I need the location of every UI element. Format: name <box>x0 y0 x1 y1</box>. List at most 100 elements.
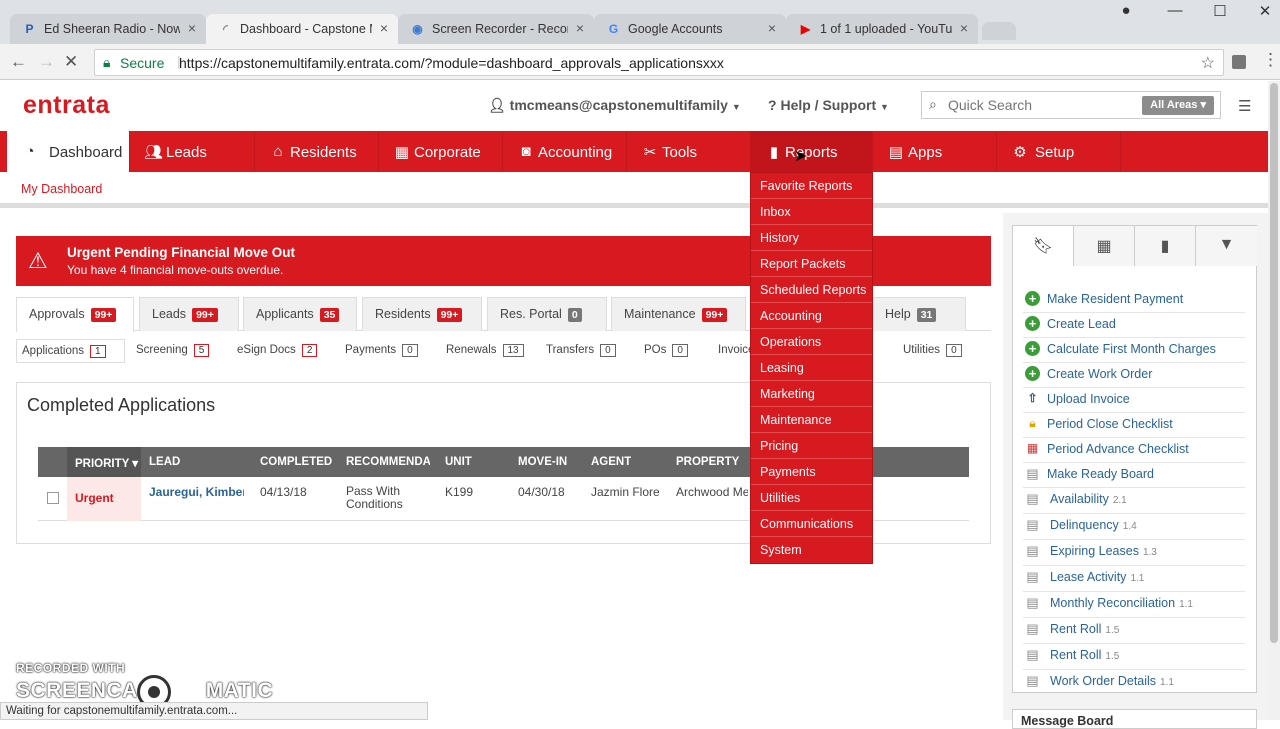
subtab-transfers[interactable]: Transfers 0 <box>541 339 623 363</box>
subtab-invoices[interactable]: Invoice <box>713 339 753 363</box>
menu-item-system[interactable]: System <box>751 537 872 563</box>
nav-corporate[interactable]: ▦ Corporate <box>379 131 503 172</box>
nav-leads[interactable]: 👥︎ Leads <box>130 131 255 172</box>
menu-item-pricing[interactable]: Pricing <box>751 433 872 459</box>
column-move-in[interactable]: MOVE-IN <box>518 456 567 468</box>
close-icon[interactable]: × <box>768 20 776 36</box>
column-completed[interactable]: COMPLETED <box>260 456 332 468</box>
message-board-header[interactable]: Message Board <box>1012 709 1257 729</box>
menu-item-communications[interactable]: Communications <box>751 511 872 537</box>
browser-tab-google-accounts[interactable]: G Google Accounts × <box>594 14 786 46</box>
nav-residents[interactable]: ⌂ Residents <box>255 131 379 172</box>
filter-icon[interactable]: ▼ <box>1196 226 1257 266</box>
nav-accounting[interactable]: ◙ Accounting <box>503 131 627 172</box>
page-scrollbar[interactable] <box>1268 81 1280 720</box>
close-icon[interactable]: × <box>380 20 388 36</box>
menu-item-report-packets[interactable]: Report Packets <box>751 251 872 277</box>
profile-icon[interactable]: ● <box>1111 2 1141 19</box>
quick-link[interactable]: ▦ Period Advance Checklist <box>1023 438 1245 463</box>
extension-icon[interactable] <box>1232 55 1246 69</box>
subtab-payments[interactable]: Payments 0 <box>340 339 426 363</box>
notifications-icon[interactable]: ☰ <box>1238 97 1251 115</box>
lead-link[interactable]: Jauregui, Kimber <box>149 485 244 499</box>
close-icon[interactable]: × <box>960 20 968 36</box>
column-agent[interactable]: AGENT <box>591 456 631 468</box>
quick-link[interactable]: ⇧ Upload Invoice <box>1023 388 1245 413</box>
my-dashboard-link[interactable]: My Dashboard <box>21 182 102 196</box>
report-link[interactable]: ▤ Rent Roll 1.5 <box>1023 644 1245 670</box>
bar-chart-icon[interactable]: ▮ <box>1135 226 1196 266</box>
new-tab-button[interactable] <box>982 22 1016 40</box>
stop-icon[interactable]: ✕ <box>64 52 78 72</box>
quick-link[interactable]: + Calculate First Month Charges <box>1023 338 1245 363</box>
nav-tools[interactable]: ✂ Tools <box>627 131 751 172</box>
menu-icon[interactable]: ⋮ <box>1262 50 1279 70</box>
column-lead[interactable]: LEAD <box>149 456 244 468</box>
subtab-renewals[interactable]: Renewals 13 <box>441 339 527 363</box>
subtab-screening[interactable]: Screening 5 <box>131 339 219 363</box>
nav-apps[interactable]: ▤ Apps <box>873 131 997 172</box>
user-menu[interactable]: 👤︎ tmcmeans@capstonemultifamily ▼ <box>488 97 741 114</box>
menu-item-operations[interactable]: Operations <box>751 329 872 355</box>
tab-applicants[interactable]: Applicants 35 <box>243 297 357 331</box>
nav-setup[interactable]: ⚙ Setup <box>997 131 1121 172</box>
bookmark-star-icon[interactable]: ☆ <box>1201 53 1215 73</box>
close-icon[interactable]: × <box>188 20 196 36</box>
scrollbar-thumb[interactable] <box>1270 83 1278 643</box>
tab-residents[interactable]: Residents 99+ <box>362 297 482 331</box>
bookmark-icon[interactable]: 🔖︎ <box>1013 226 1074 266</box>
browser-tab-pandora[interactable]: P Ed Sheeran Radio - Now × <box>10 14 206 46</box>
menu-item-utilities[interactable]: Utilities <box>751 485 872 511</box>
menu-item-scheduled-reports[interactable]: Scheduled Reports <box>751 277 872 303</box>
menu-item-history[interactable]: History <box>751 225 872 251</box>
tab-approvals[interactable]: Approvals 99+ <box>16 297 134 332</box>
quick-link[interactable]: 🔒︎ Period Close Checklist <box>1023 413 1245 438</box>
search-scope-select[interactable]: All Areas ▾ <box>1142 96 1214 115</box>
tab-help[interactable]: Help 31 <box>872 297 966 331</box>
tab-leads[interactable]: Leads 99+ <box>139 297 239 331</box>
entrata-logo[interactable]: entrata <box>23 91 110 120</box>
subtab-applications[interactable]: Applications 1 <box>16 339 125 363</box>
close-window-icon[interactable]: ✕ <box>1250 2 1280 20</box>
help-menu[interactable]: ? Help / Support ▼ <box>768 97 889 113</box>
browser-tab-screen-recorder[interactable]: ◉ Screen Recorder - Recor × <box>398 14 594 46</box>
menu-item-marketing[interactable]: Marketing <box>751 381 872 407</box>
row-checkbox[interactable] <box>47 492 59 504</box>
url-bar[interactable]: 🔒︎ Secure | https://capstonemultifamily.… <box>94 49 1224 76</box>
menu-item-payments[interactable]: Payments <box>751 459 872 485</box>
menu-item-maintenance[interactable]: Maintenance <box>751 407 872 433</box>
column-recommendation[interactable]: RECOMMENDAT <box>346 456 430 468</box>
quick-link[interactable]: + Create Work Order <box>1023 363 1245 388</box>
column-property[interactable]: PROPERTY <box>676 456 739 468</box>
report-link[interactable]: ▤ Monthly Reconciliation 1.1 <box>1023 592 1245 618</box>
close-icon[interactable]: × <box>576 20 584 36</box>
column-priority[interactable]: PRIORITY ▾ <box>67 447 141 477</box>
nav-reports[interactable]: ▮ Reports <box>751 131 873 172</box>
tab-maintenance[interactable]: Maintenance 99+ <box>611 297 746 331</box>
report-link[interactable]: ▤ Availability 2.1 <box>1023 488 1245 514</box>
column-unit[interactable]: UNIT <box>445 456 472 468</box>
quick-link[interactable]: + Make Resident Payment <box>1023 288 1245 313</box>
back-icon[interactable]: ← <box>10 52 27 72</box>
forward-icon[interactable]: → <box>38 52 55 72</box>
subtab-esign-docs[interactable]: eSign Docs 2 <box>232 339 328 363</box>
report-link[interactable]: ▤ Lease Activity 1.1 <box>1023 566 1245 592</box>
report-link[interactable]: ▤ Expiring Leases 1.3 <box>1023 540 1245 566</box>
menu-item-accounting[interactable]: Accounting <box>751 303 872 329</box>
report-link[interactable]: ▤ Work Order Details 1.1 <box>1023 670 1245 692</box>
subtab-utilities[interactable]: Utilities 0 <box>898 339 978 363</box>
search-input[interactable] <box>948 95 1138 115</box>
menu-item-favorite-reports[interactable]: Favorite Reports <box>751 173 872 199</box>
calendar-icon[interactable]: ▦ <box>1074 226 1135 266</box>
report-link[interactable]: ▤ Rent Roll 1.5 <box>1023 618 1245 644</box>
menu-item-inbox[interactable]: Inbox <box>751 199 872 225</box>
menu-item-leasing[interactable]: Leasing <box>751 355 872 381</box>
maximize-icon[interactable]: ☐ <box>1205 2 1235 20</box>
browser-tab-youtube[interactable]: ▶ 1 of 1 uploaded - YouTu × <box>786 14 978 46</box>
quick-link[interactable]: ▤ Make Ready Board <box>1023 463 1245 488</box>
minimize-icon[interactable]: — <box>1160 2 1190 19</box>
quick-link[interactable]: + Create Lead <box>1023 313 1245 338</box>
nav-dashboard[interactable]: ◔ Dashboard <box>7 131 130 172</box>
browser-tab-dashboard[interactable]: ◜ Dashboard - Capstone M × <box>206 14 398 46</box>
tab-res-portal[interactable]: Res. Portal 0 <box>487 297 607 331</box>
